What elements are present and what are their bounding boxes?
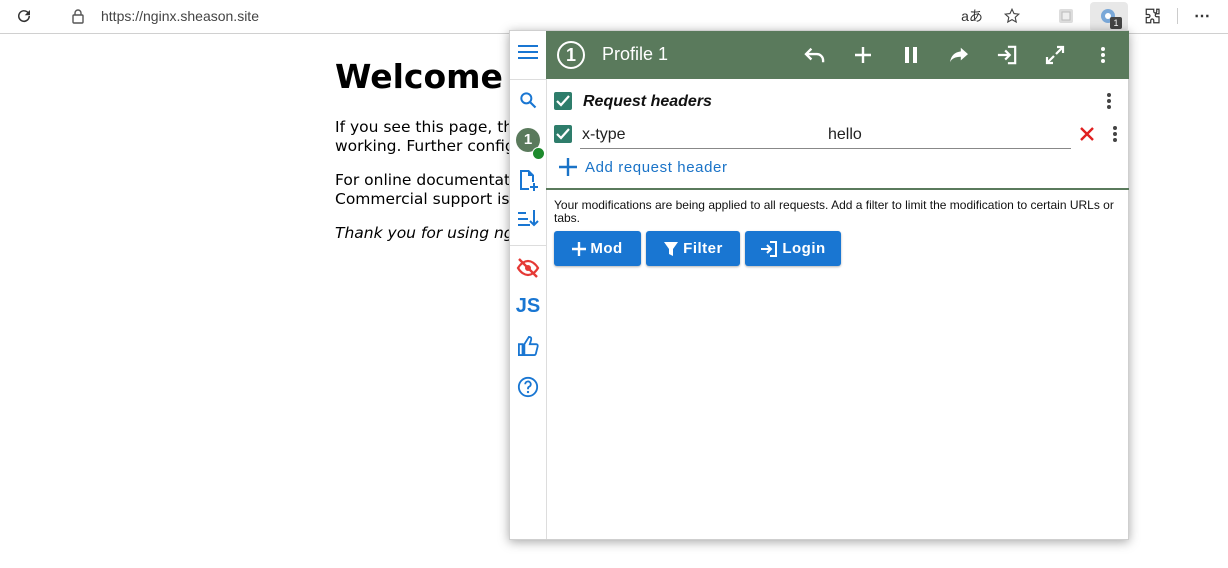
add-icon[interactable] [849,41,877,69]
popup-content: Request headers x-type hello Add request… [546,79,1129,539]
header-name-field[interactable]: x-type [582,126,626,144]
filter-label: Filter [683,240,723,257]
menu-icon[interactable] [510,33,546,71]
sidebar-divider [510,245,546,246]
url-text[interactable]: https://nginx.sheason.site [101,8,259,24]
thumbs-up-icon[interactable] [510,327,546,365]
field-underline [580,148,1071,149]
header-row-checkbox[interactable] [554,125,572,143]
sidebar-profile-button[interactable]: 1 [510,121,546,160]
add-mod-button[interactable]: Mod [554,231,641,266]
extensions-puzzle-icon[interactable] [1139,3,1167,29]
add-request-header-button[interactable]: Add request header [558,156,728,178]
section-checkbox[interactable] [554,92,572,110]
javascript-icon[interactable]: JS [510,287,546,325]
undo-icon[interactable] [801,41,829,69]
modheader-extension-button[interactable]: 1 [1090,2,1128,32]
login-icon [761,240,778,257]
more-vert-icon[interactable] [1089,41,1117,69]
login-label: Login [782,240,826,257]
browser-toolbar: https://nginx.sheason.site aあ 1 ⋯ [0,0,1228,34]
plus-icon [559,158,577,176]
profile-name[interactable]: Profile 1 [602,44,668,65]
popup-sidebar: 1 JS [510,31,547,539]
visibility-off-icon[interactable] [510,249,546,287]
active-check-icon [532,147,545,160]
add-filter-button[interactable]: Filter [646,231,740,266]
favorite-star-icon[interactable] [998,3,1026,29]
lock-icon[interactable] [64,3,92,29]
section-divider [546,188,1129,190]
add-profile-icon[interactable] [510,161,546,199]
extension-badge: 1 [1110,17,1122,29]
profile-number-badge[interactable]: 1 [557,41,585,69]
address-bar[interactable]: https://nginx.sheason.site [52,1,1036,31]
modification-note: Your modifications are being applied to … [554,198,1114,225]
share-icon[interactable] [945,41,973,69]
profile-header-bar: 1 Profile 1 [546,31,1129,79]
plus-icon [572,241,587,256]
row-more-icon[interactable] [1112,125,1118,148]
pause-icon[interactable] [897,41,925,69]
extension-grey-icon[interactable] [1052,3,1080,29]
import-icon[interactable] [993,41,1021,69]
toolbar-divider [1177,8,1178,24]
sort-icon[interactable] [510,199,546,237]
delete-icon[interactable] [1079,126,1095,147]
help-icon[interactable] [510,368,546,406]
expand-icon[interactable] [1041,41,1069,69]
modheader-popup: 1 JS 1 Profile 1 Request headers x-type … [509,30,1129,540]
more-menu-icon[interactable]: ⋯ [1188,3,1216,29]
filter-icon [664,241,679,256]
section-title: Request headers [583,93,712,110]
header-value-field[interactable]: hello [828,126,862,144]
search-icon[interactable] [510,81,546,119]
reload-icon[interactable] [10,3,38,29]
login-button[interactable]: Login [745,231,841,266]
sidebar-divider [510,79,546,80]
mod-label: Mod [590,240,623,257]
add-request-header-label: Add request header [585,158,728,176]
read-aloud-icon[interactable]: aあ [958,3,986,29]
section-more-icon[interactable] [1106,92,1112,115]
